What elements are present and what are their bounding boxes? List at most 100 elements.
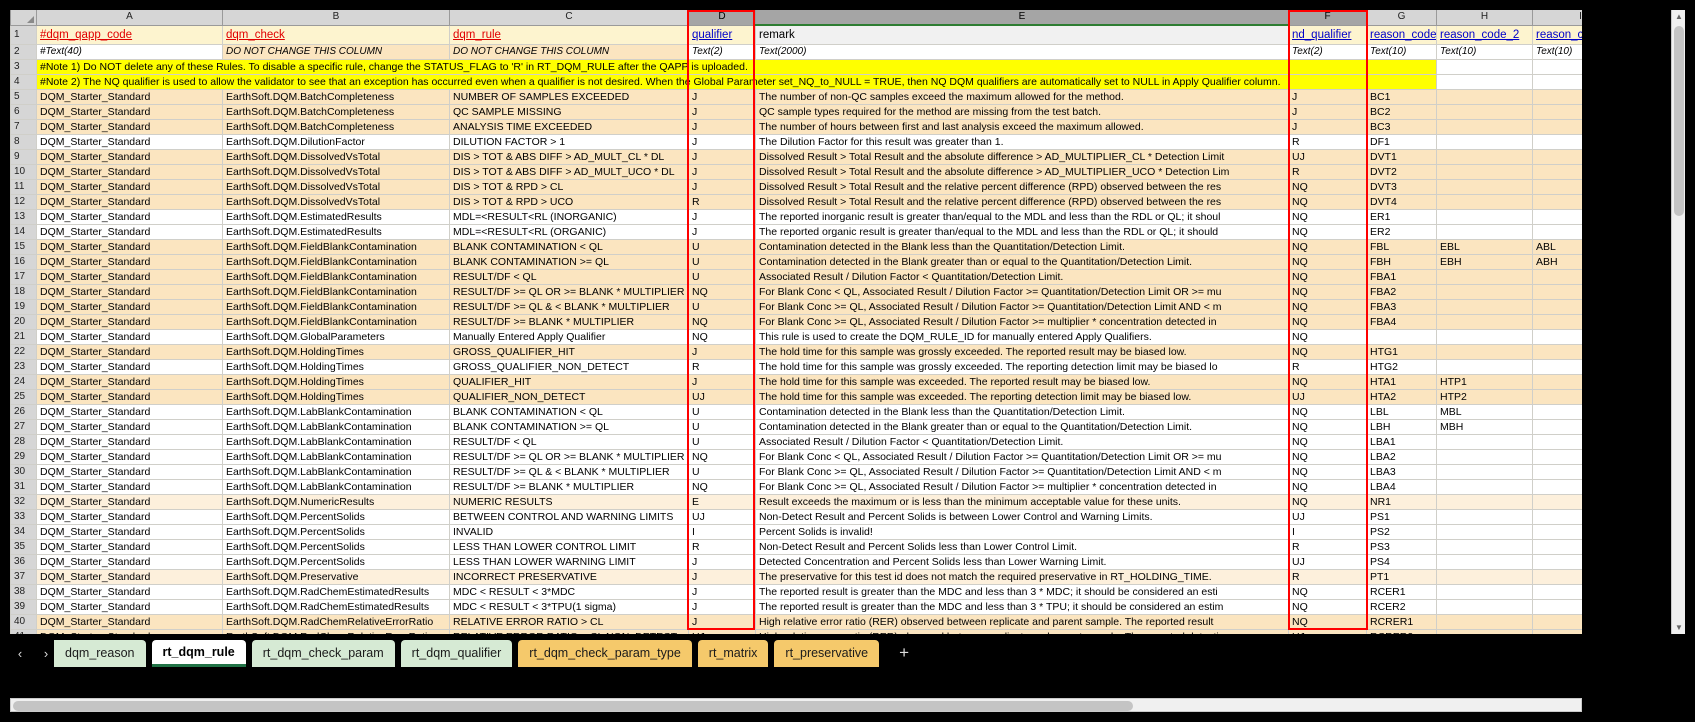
row-header-12[interactable]: 12 — [11, 194, 37, 209]
cell-dqm-qapp-code[interactable]: DQM_Starter_Standard — [37, 314, 223, 329]
cell-remark[interactable]: The Dilution Factor for this result was … — [756, 134, 1289, 149]
cell-remark[interactable]: This rule is used to create the DQM_RULE… — [756, 329, 1289, 344]
cell-remark[interactable]: Contamination detected in the Blank grea… — [756, 419, 1289, 434]
cell-reason-code[interactable]: RCER2 — [1367, 599, 1437, 614]
cell-nd-qualifier[interactable]: I — [1289, 524, 1367, 539]
table-row-note-2[interactable]: 4 #Note 2) The NQ qualifier is used to a… — [11, 74, 1583, 89]
cell-reason-code[interactable]: DVT4 — [1367, 194, 1437, 209]
cell-reason-code[interactable]: FBA1 — [1367, 269, 1437, 284]
cell-reason-code-2[interactable] — [1437, 359, 1533, 374]
cell-dqm-qapp-code[interactable]: DQM_Starter_Standard — [37, 404, 223, 419]
cell-nd-qualifier[interactable]: NQ — [1289, 269, 1367, 284]
cell-dqm-check[interactable]: EarthSoft.DQM.LabBlankContamination — [223, 464, 450, 479]
cell-dqm-qapp-code[interactable]: DQM_Starter_Standard — [37, 464, 223, 479]
cell-dqm-rule[interactable]: RESULT/DF < QL — [450, 434, 689, 449]
cell-reason-code-2[interactable] — [1437, 599, 1533, 614]
cell-dqm-qapp-code[interactable]: DQM_Starter_Standard — [37, 614, 223, 629]
cell-dqm-rule[interactable]: RESULT/DF >= QL OR >= BLANK * MULTIPLIER — [450, 284, 689, 299]
cell-qualifier[interactable]: J — [689, 224, 756, 239]
cell-reason-code-2[interactable] — [1437, 524, 1533, 539]
cell-qualifier[interactable]: J — [689, 569, 756, 584]
cell-nd-qualifier[interactable]: UJ — [1289, 149, 1367, 164]
cell-dqm-check[interactable]: EarthSoft.DQM.RadChemEstimatedResults — [223, 584, 450, 599]
cell-reason-code[interactable]: FBL — [1367, 239, 1437, 254]
table-row[interactable]: 22DQM_Starter_StandardEarthSoft.DQM.Hold… — [11, 344, 1583, 359]
cell-reason-code-3[interactable] — [1533, 494, 1583, 509]
column-header-e[interactable]: E — [756, 10, 1289, 25]
cell-reason-code-2[interactable] — [1437, 584, 1533, 599]
cell-dqm-qapp-code[interactable]: DQM_Starter_Standard — [37, 179, 223, 194]
cell-reason-code[interactable]: LBL — [1367, 404, 1437, 419]
cell-reason-code-2[interactable] — [1437, 224, 1533, 239]
cell-nd-qualifier[interactable]: R — [1289, 359, 1367, 374]
cell-reason-code-3[interactable] — [1533, 269, 1583, 284]
column-header-g[interactable]: G — [1367, 10, 1437, 25]
cell-dqm-rule[interactable]: MDL=<RESULT<RL (ORGANIC) — [450, 224, 689, 239]
cell-nd-qualifier[interactable]: J — [1289, 104, 1367, 119]
cell-qualifier[interactable]: U — [689, 464, 756, 479]
table-row[interactable]: 29DQM_Starter_StandardEarthSoft.DQM.LabB… — [11, 449, 1583, 464]
cell-reason-code-3[interactable] — [1533, 104, 1583, 119]
row-header-7[interactable]: 7 — [11, 119, 37, 134]
horizontal-scrollbar[interactable] — [10, 698, 1582, 712]
cell-dqm-rule[interactable]: BLANK CONTAMINATION < QL — [450, 404, 689, 419]
cell-reason-code[interactable]: PS1 — [1367, 509, 1437, 524]
sheet-tab-rt_dqm_rule[interactable]: rt_dqm_rule — [152, 640, 246, 667]
cell-reason-code[interactable]: DVT2 — [1367, 164, 1437, 179]
cell-dqm-check[interactable]: EarthSoft.DQM.PercentSolids — [223, 524, 450, 539]
row-header-13[interactable]: 13 — [11, 209, 37, 224]
cell-reason-code-2[interactable] — [1437, 554, 1533, 569]
cell-dqm-qapp-code[interactable]: DQM_Starter_Standard — [37, 344, 223, 359]
cell-nd-qualifier[interactable]: NQ — [1289, 419, 1367, 434]
cell-dqm-check[interactable]: EarthSoft.DQM.HoldingTimes — [223, 344, 450, 359]
cell-remark[interactable]: High relative error ratio (RER) observed… — [756, 614, 1289, 629]
row-header-15[interactable]: 15 — [11, 239, 37, 254]
cell-reason-code-2[interactable] — [1437, 479, 1533, 494]
cell-qualifier[interactable]: I — [689, 524, 756, 539]
table-row[interactable]: 17DQM_Starter_StandardEarthSoft.DQM.Fiel… — [11, 269, 1583, 284]
cell-dqm-check[interactable]: EarthSoft.DQM.BatchCompleteness — [223, 89, 450, 104]
cell-header-qualifier[interactable]: qualifier — [689, 25, 756, 44]
table-row[interactable]: 39DQM_Starter_StandardEarthSoft.DQM.RadC… — [11, 599, 1583, 614]
cell-header-nd-qualifier[interactable]: nd_qualifier — [1289, 25, 1367, 44]
cell-reason-code[interactable]: HTA1 — [1367, 374, 1437, 389]
cell-nd-qualifier[interactable]: NQ — [1289, 239, 1367, 254]
cell-dqm-check[interactable]: EarthSoft.DQM.FieldBlankContamination — [223, 254, 450, 269]
cell-dqm-qapp-code[interactable]: DQM_Starter_Standard — [37, 104, 223, 119]
cell-reason-code-3[interactable] — [1533, 584, 1583, 599]
cell-dqm-check[interactable]: EarthSoft.DQM.LabBlankContamination — [223, 449, 450, 464]
cell-dqm-qapp-code[interactable]: DQM_Starter_Standard — [37, 494, 223, 509]
cell-dqm-check[interactable]: EarthSoft.DQM.FieldBlankContamination — [223, 269, 450, 284]
cell-dqm-rule[interactable]: LESS THAN LOWER CONTROL LIMIT — [450, 539, 689, 554]
cell-type-h[interactable]: Text(10) — [1437, 44, 1533, 59]
row-header-5[interactable]: 5 — [11, 89, 37, 104]
cell-nd-qualifier[interactable]: NQ — [1289, 584, 1367, 599]
cell-type-g[interactable]: Text(10) — [1367, 44, 1437, 59]
cell-reason-code-3[interactable]: ABH — [1533, 254, 1583, 269]
cell-nd-qualifier[interactable]: R — [1289, 164, 1367, 179]
column-header-row[interactable]: A B C D E F G H I — [11, 10, 1583, 25]
cell-dqm-qapp-code[interactable]: DQM_Starter_Standard — [37, 194, 223, 209]
cell-reason-code-3[interactable] — [1533, 569, 1583, 584]
cell-dqm-rule[interactable]: RESULT/DF >= BLANK * MULTIPLIER — [450, 314, 689, 329]
cell-remark[interactable]: The preservative for this test id does n… — [756, 569, 1289, 584]
column-header-d[interactable]: D — [689, 10, 756, 25]
cell-dqm-rule[interactable]: RESULT/DF >= QL & < BLANK * MULTIPLIER — [450, 464, 689, 479]
table-row[interactable]: 24DQM_Starter_StandardEarthSoft.DQM.Hold… — [11, 374, 1583, 389]
cell-reason-code[interactable]: FBA3 — [1367, 299, 1437, 314]
cell-nd-qualifier[interactable]: NQ — [1289, 449, 1367, 464]
table-row[interactable]: 14DQM_Starter_StandardEarthSoft.DQM.Esti… — [11, 224, 1583, 239]
row-header-1[interactable]: 1 — [11, 25, 37, 44]
cell-nd-qualifier[interactable]: R — [1289, 134, 1367, 149]
cell-dqm-rule[interactable]: DIS > TOT & ABS DIFF > AD_MULT_UCO * DL — [450, 164, 689, 179]
cell-dqm-check[interactable]: EarthSoft.DQM.DissolvedVsTotal — [223, 149, 450, 164]
cell-dqm-rule[interactable]: INCORRECT PRESERVATIVE — [450, 569, 689, 584]
cell-qualifier[interactable]: J — [689, 134, 756, 149]
cell-nd-qualifier[interactable]: NQ — [1289, 614, 1367, 629]
cell-reason-code-3[interactable] — [1533, 509, 1583, 524]
cell-qualifier[interactable]: U — [689, 239, 756, 254]
table-row[interactable]: 27DQM_Starter_StandardEarthSoft.DQM.LabB… — [11, 419, 1583, 434]
cell-reason-code-2[interactable]: EBH — [1437, 254, 1533, 269]
cell-dqm-qapp-code[interactable]: DQM_Starter_Standard — [37, 224, 223, 239]
table-row[interactable]: 18DQM_Starter_StandardEarthSoft.DQM.Fiel… — [11, 284, 1583, 299]
